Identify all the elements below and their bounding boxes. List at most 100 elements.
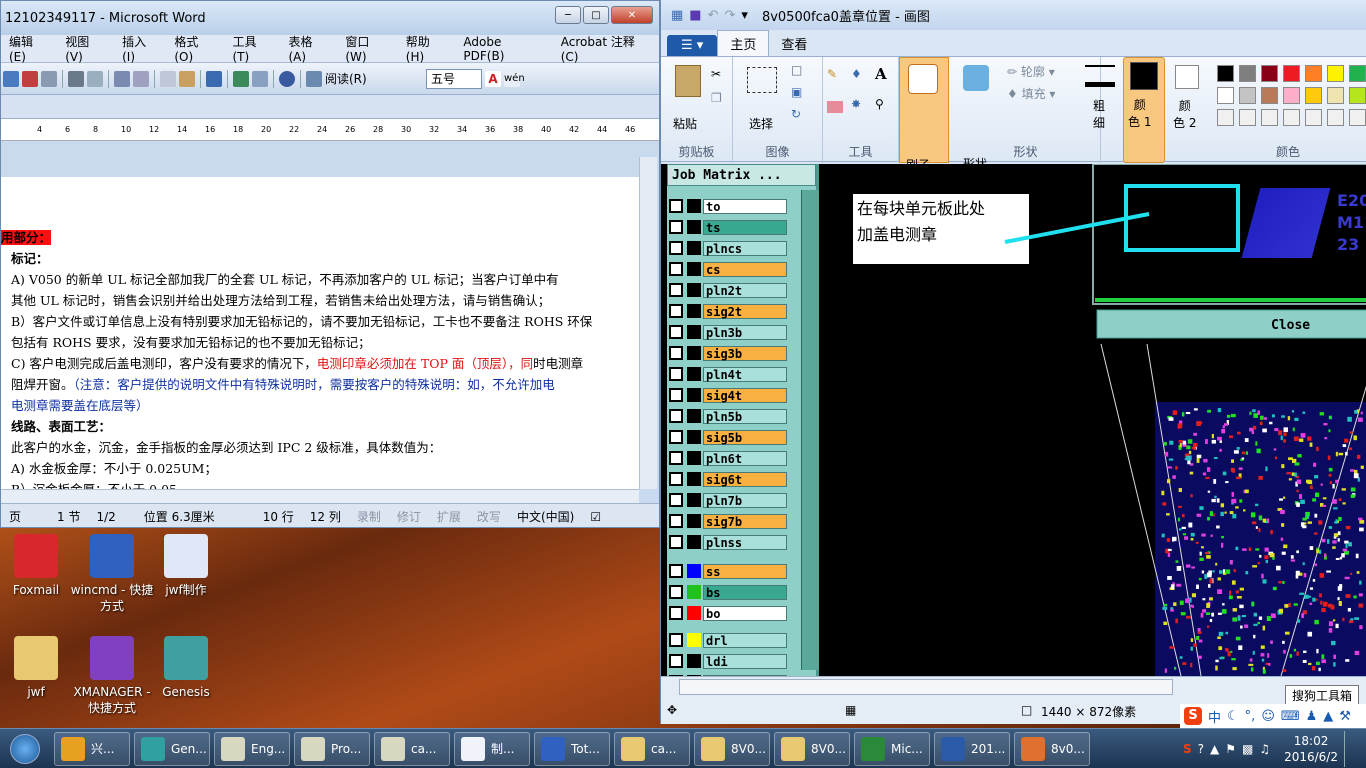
word-window[interactable]: 12102349117 - Microsoft Word ─ □ ✕ 编辑(E)… [0, 0, 660, 528]
drawing-canvas[interactable]: Job Matrix ... to ts plncs cs pln2t sig2t pln3… [661, 164, 1366, 676]
volume-icon[interactable]: ♫ [1259, 742, 1270, 756]
word-title-bar[interactable]: 12102349117 - Microsoft Word ─ □ ✕ [1, 1, 659, 35]
sogou-tray-icon[interactable]: S [1183, 742, 1192, 756]
network-icon[interactable]: ▩ [1242, 742, 1253, 756]
brush-button[interactable]: 刷子 [899, 57, 949, 172]
menu-item[interactable]: 编辑(E) [1, 33, 57, 64]
taskbar-button[interactable]: ca... [374, 731, 450, 766]
menu-item[interactable]: 视图(V) [57, 33, 114, 64]
magnifier-icon[interactable]: ⚲ [875, 97, 884, 111]
palette-swatch[interactable] [1349, 109, 1366, 126]
horizontal-ruler[interactable]: 4 6 8 10 12 14 16 18 20 22 24 26 28 30 32 34 36 38 40 42 44 4… [1, 119, 659, 141]
close-button[interactable] [1096, 309, 1366, 339]
horizontal-scrollbar[interactable] [1, 489, 639, 503]
desktop-icon[interactable]: Genesis [142, 636, 230, 700]
menu-item[interactable]: 插入(I) [114, 33, 166, 64]
taskbar-button[interactable]: 8v0... [1014, 731, 1090, 766]
paste-button[interactable]: 粘贴 [673, 115, 697, 132]
palette-swatch[interactable] [1261, 87, 1278, 104]
menu-item[interactable]: Acrobat 注释(C) [553, 33, 659, 64]
phonetic-guide-icon[interactable]: wén [504, 70, 525, 87]
text-icon[interactable]: A [875, 65, 887, 83]
crop-icon[interactable]: □ [791, 63, 802, 77]
fill-shape-button[interactable]: ♦ 填充 ▾ [1007, 85, 1055, 102]
resize-icon[interactable]: ▣ [791, 85, 802, 99]
copy-icon[interactable]: ❐ [711, 91, 722, 105]
status-extend[interactable]: 扩展 [429, 508, 469, 525]
palette-swatch[interactable] [1305, 65, 1322, 82]
read-button[interactable]: 阅读(R) [325, 70, 423, 87]
email-icon[interactable] [41, 70, 57, 87]
paste-icon[interactable] [179, 70, 195, 87]
shapes-icon[interactable] [963, 65, 989, 91]
size-button[interactable]: 粗 细 [1075, 57, 1121, 163]
palette-swatch[interactable] [1327, 109, 1344, 126]
palette-swatch[interactable] [1327, 87, 1344, 104]
paint-menu-button[interactable]: ☰ ▾ [667, 35, 718, 56]
palette-swatch[interactable] [1305, 109, 1322, 126]
palette-swatch[interactable] [1305, 87, 1322, 104]
sogou-icon[interactable]: S [1184, 707, 1202, 725]
color2-button[interactable]: 颜 色 2 [1167, 57, 1207, 163]
tab-view[interactable]: 查看 [769, 31, 819, 56]
palette-swatch[interactable] [1283, 87, 1300, 104]
taskbar-button[interactable]: Gen... [134, 731, 210, 766]
status-record[interactable]: 录制 [349, 508, 389, 525]
moon-icon[interactable]: ☾ [1227, 709, 1239, 724]
palette-swatch[interactable] [1217, 65, 1234, 82]
taskbar-button[interactable]: 8V0... [694, 731, 770, 766]
taskbar-button[interactable]: Eng... [214, 731, 290, 766]
menu-item[interactable]: Adobe PDF(B) [455, 35, 552, 63]
font-color-icon[interactable]: A [485, 70, 501, 87]
redo-icon[interactable]: ↷ [725, 8, 736, 23]
help-tray-icon[interactable]: ? [1198, 742, 1204, 756]
fill-icon[interactable]: ♦ [851, 67, 862, 81]
palette-swatch[interactable] [1239, 87, 1256, 104]
undo-icon[interactable] [206, 70, 222, 87]
shirt-icon[interactable]: ▲ [1323, 709, 1333, 724]
taskbar-button[interactable]: 制... [454, 731, 530, 766]
table-icon[interactable] [252, 70, 268, 87]
desktop-icon[interactable]: jwf制作 [142, 534, 230, 598]
permission-icon[interactable] [22, 70, 38, 87]
punct-icon[interactable]: °, [1245, 709, 1256, 724]
taskbar-button[interactable]: ca... [614, 731, 690, 766]
undo-icon[interactable]: ↶ [708, 8, 719, 23]
show-desktop-button[interactable] [1344, 730, 1356, 767]
taskbar-button[interactable]: 201... [934, 731, 1010, 766]
paste-icon[interactable] [675, 65, 701, 97]
help-icon[interactable] [279, 70, 295, 87]
print-icon[interactable] [68, 70, 84, 87]
close-button[interactable]: ✕ [611, 6, 653, 24]
palette-swatch[interactable] [1217, 109, 1234, 126]
tray-icon[interactable]: ▲ [1210, 742, 1219, 756]
document-body[interactable]: 用部分： 标记： A) V050 的新单 UL 标记全部加我厂的全套 UL 标记… [1, 177, 639, 497]
menu-item[interactable]: 窗口(W) [337, 33, 397, 64]
palette-swatch[interactable] [1349, 87, 1366, 104]
paint-title-bar[interactable]: ▦ ■ ↶ ↷ ▾ 8v0500fca0盖章位置 - 画图 [661, 0, 1366, 30]
taskbar-button[interactable]: Pro... [294, 731, 370, 766]
palette-swatch[interactable] [1349, 65, 1366, 82]
rotate-icon[interactable]: ↻ [791, 107, 801, 121]
wrench-icon[interactable]: ⚒ [1339, 709, 1351, 724]
menu-item[interactable]: 工具(T) [224, 33, 280, 64]
taskbar-button[interactable]: Tot... [534, 731, 610, 766]
status-revision[interactable]: 修订 [389, 508, 429, 525]
quick-save-icon[interactable]: ■ [689, 8, 701, 23]
palette-swatch[interactable] [1327, 65, 1344, 82]
ime-mode[interactable]: 中 [1208, 707, 1221, 726]
taskbar-button[interactable]: Mic... [854, 731, 930, 766]
clock[interactable]: 18:02 2016/6/2 [1284, 733, 1338, 765]
eraser-icon[interactable] [827, 101, 843, 113]
menu-item[interactable]: 格式(O) [166, 33, 224, 64]
palette-swatch[interactable] [1283, 65, 1300, 82]
outline-button[interactable]: ✏ 轮廓 ▾ [1007, 63, 1055, 80]
taskbar-button[interactable]: 8V0... [774, 731, 850, 766]
spelling-icon[interactable] [114, 70, 130, 87]
cut-icon[interactable]: ✂ [711, 67, 721, 81]
spelling-status-icon[interactable]: ☑ [582, 510, 609, 524]
minimize-button[interactable]: ─ [555, 6, 581, 24]
palette-swatch[interactable] [1217, 87, 1234, 104]
save-icon[interactable] [3, 70, 19, 87]
status-overwrite[interactable]: 改写 [469, 508, 509, 525]
